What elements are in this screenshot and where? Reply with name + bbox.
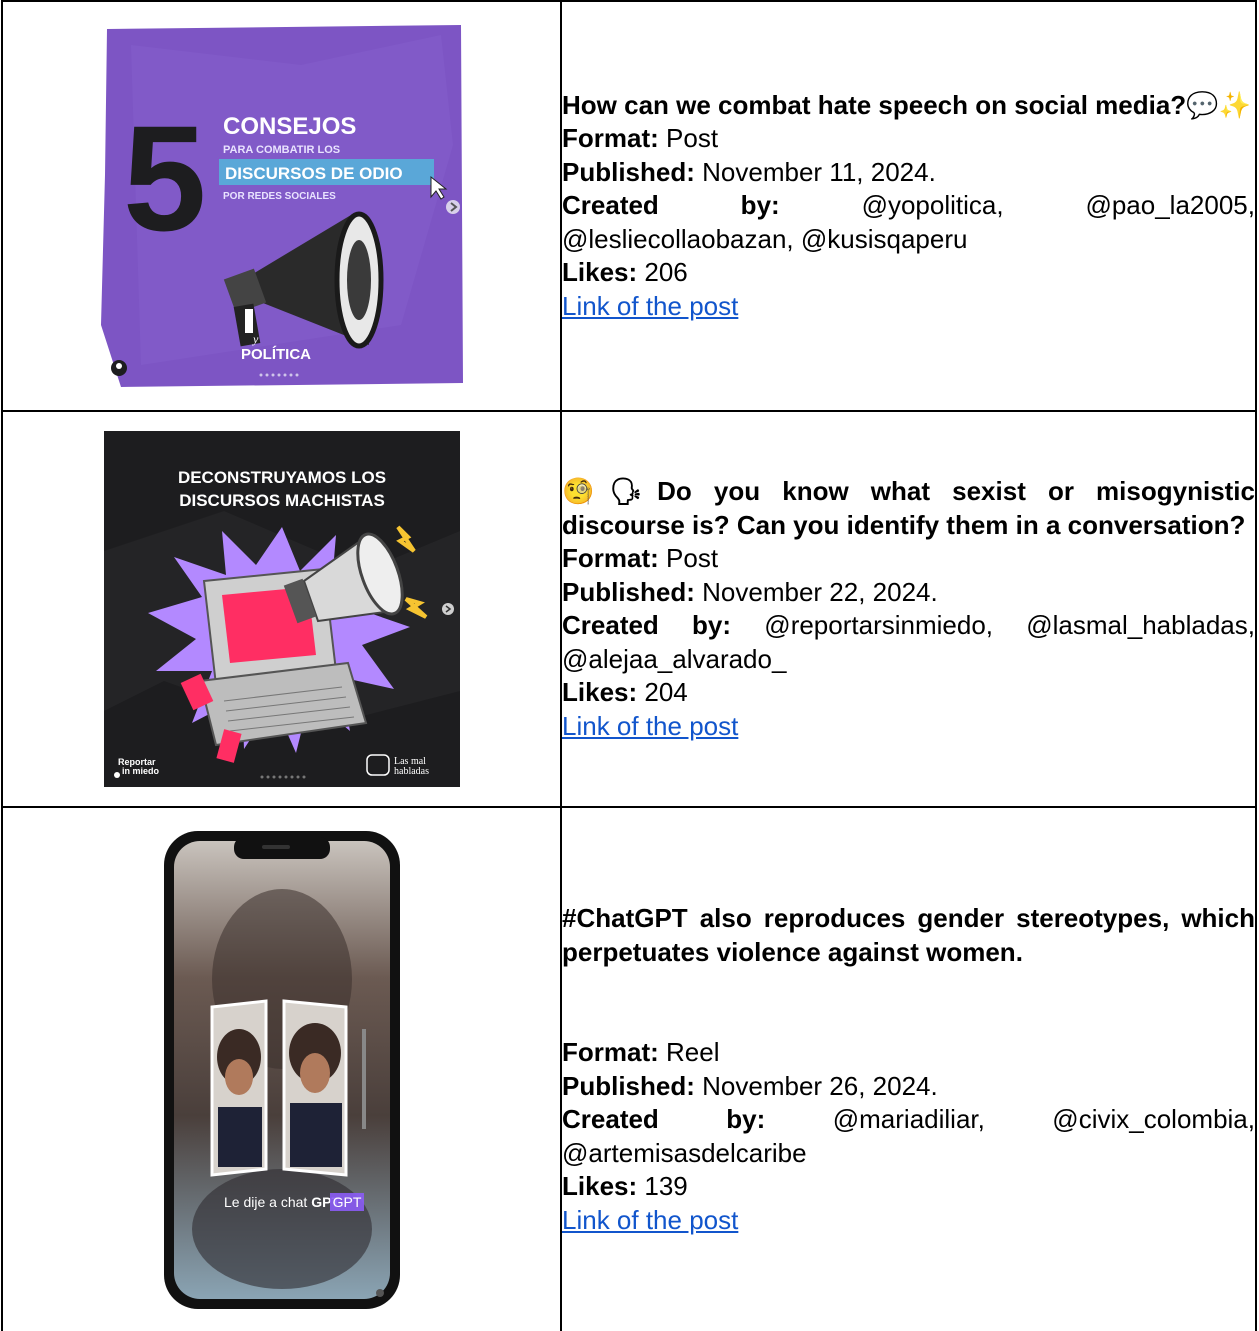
posts-table: 5 CONSEJOS PARA COMBATIR LOS DISCURSOS D… [1,0,1257,1331]
likes-line: Likes: 139 [562,1171,688,1201]
post-thumbnail[interactable]: 5 CONSEJOS PARA COMBATIR LOS DISCURSOS D… [100,25,463,387]
headline-line-2: DISCURSOS MACHISTAS [179,491,385,510]
published-line: Published: November 11, 2024. [562,156,936,187]
gpt-badge-text: GPT [332,1194,361,1210]
likes-line: Likes: 204 [562,677,688,707]
post-details-cell: How can we combat hate speech on social … [560,0,1257,412]
brand-left-2: in miedo [122,766,160,776]
post-row: Le dije a chat GPT GPT #ChatGPT also rep… [1,806,1257,1331]
next-arrow-icon[interactable] [441,603,454,615]
profile-icon[interactable] [113,772,120,778]
post-link[interactable]: Link of the post [562,1205,738,1235]
likes-value: 204 [644,677,688,707]
post-title: How can we combat hate speech on social … [562,89,1251,120]
published-value: November 11, 2024. [702,156,936,187]
post-thumbnail[interactable]: Le dije a chat GPT GPT [162,829,402,1311]
created-by-line: Created by: @yopolitica, @pao_la2005, @l… [562,190,1255,254]
post-details-cell: 🧐🗣Do you know what sexist or misogynisti… [560,410,1257,808]
post-link[interactable]: Link of the post [562,711,738,741]
post-thumbnail[interactable]: DECONSTRUYAMOS LOS DISCURSOS MACHISTAS R… [103,431,460,787]
published-value: November 22, 2024. [702,576,938,607]
headline-por-redes: POR REDES SOCIALES [223,191,336,202]
reel-frame-right [282,998,347,1177]
published-value: November 26, 2024. [702,1070,938,1101]
format-value: Reel [666,1037,720,1067]
post-title: 🧐🗣Do you know what sexist or misogynisti… [562,476,1255,540]
post-title: #ChatGPT also reproduces gender stereoty… [562,903,1255,967]
format-value: Post [666,543,719,573]
likes-value: 206 [644,257,688,288]
created-by-line: Created by: @mariadiliar, @civix_colombi… [562,1104,1255,1168]
post-details: #ChatGPT also reproduces gender stereoty… [562,902,1255,1237]
brand-logo: POLÍTICA [241,346,311,363]
post-details: 🧐🗣Do you know what sexist or misogynisti… [562,475,1255,743]
headline-discursos-de-odio: DISCURSOS DE ODIO [225,164,403,183]
brand-right-2: habladas [394,766,429,777]
big-number: 5 [123,94,206,262]
post-image-cell: Le dije a chat GPT GPT [1,806,562,1331]
post-image-cell: DECONSTRUYAMOS LOS DISCURSOS MACHISTAS R… [1,410,562,808]
format-line: Format: Post [562,123,719,154]
likes-value: 139 [644,1171,688,1201]
post-link[interactable]: Link of the post [562,291,738,321]
headline-consejos: CONSEJOS [223,113,356,140]
reel-caption: Le dije a chat GPT [224,1194,340,1210]
post-details-cell: #ChatGPT also reproduces gender stereoty… [560,806,1257,1331]
format-line: Format: Post [562,543,719,573]
created-by-line: Created by: @reportarsinmiedo, @lasmal_h… [562,610,1255,674]
headline-para-combatir: PARA COMBATIR LOS [223,144,340,156]
next-arrow-icon[interactable] [445,200,460,214]
format-line: Format: Reel [562,1037,720,1067]
post-row: DECONSTRUYAMOS LOS DISCURSOS MACHISTAS R… [1,410,1257,808]
post-image-cell: 5 CONSEJOS PARA COMBATIR LOS DISCURSOS D… [1,0,562,412]
published-line: Published: November 22, 2024. [562,576,938,607]
post-row: 5 CONSEJOS PARA COMBATIR LOS DISCURSOS D… [1,0,1257,412]
headline-line-1: DECONSTRUYAMOS LOS [177,468,385,487]
reel-frame-left [210,998,267,1177]
brand-small: y [252,332,259,346]
likes-line: Likes: 206 [562,257,688,288]
post-details: How can we combat hate speech on social … [562,89,1255,324]
format-value: Post [666,123,719,154]
published-line: Published: November 26, 2024. [562,1070,938,1101]
